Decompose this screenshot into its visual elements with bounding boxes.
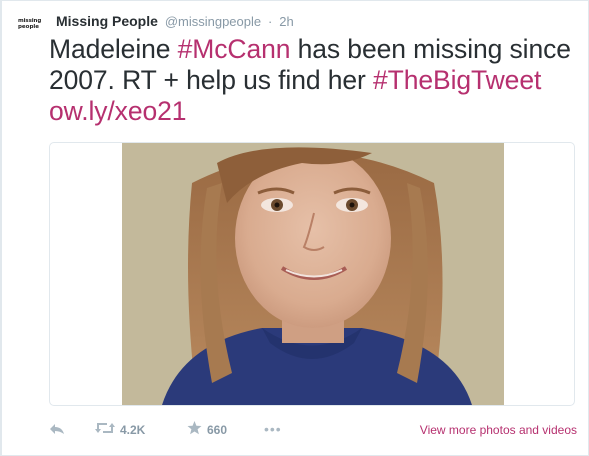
reply-button[interactable] bbox=[49, 423, 65, 438]
tweet-text-part1: Madeleine bbox=[49, 34, 178, 64]
favorite-button[interactable]: 660 bbox=[187, 421, 227, 438]
star-icon bbox=[187, 421, 202, 438]
retweet-icon bbox=[95, 421, 115, 438]
more-dots-icon: ••• bbox=[264, 421, 282, 437]
display-name[interactable]: Missing People bbox=[56, 13, 158, 29]
tweet-actions: 4.2K 660 ••• View more photos and videos bbox=[49, 421, 577, 443]
hashtag-mccann[interactable]: #McCann bbox=[178, 34, 291, 64]
favorite-count: 660 bbox=[207, 422, 228, 437]
view-more-photos-link[interactable]: View more photos and videos bbox=[420, 423, 577, 437]
tweet-card: missing people Missing People @missingpe… bbox=[0, 0, 589, 456]
timestamp[interactable]: 2h bbox=[279, 14, 293, 29]
hashtag-thebigtweet[interactable]: #TheBigTweet bbox=[373, 65, 541, 95]
username[interactable]: @missingpeople bbox=[165, 14, 261, 29]
reply-icon bbox=[49, 423, 65, 438]
more-button[interactable]: ••• bbox=[264, 421, 282, 437]
tweet-text: Madeleine #McCann has been missing since… bbox=[49, 34, 579, 127]
avatar[interactable]: missing people bbox=[18, 14, 48, 34]
separator-dot: · bbox=[268, 14, 273, 29]
tweet-link[interactable]: ow.ly/xeo21 bbox=[49, 96, 186, 126]
tweet-photo[interactable] bbox=[122, 143, 504, 405]
media-container[interactable] bbox=[49, 142, 575, 406]
portrait-illustration bbox=[122, 143, 504, 405]
retweet-count: 4.2K bbox=[120, 422, 146, 437]
tweet-header: Missing People @missingpeople · 2h bbox=[56, 13, 294, 29]
avatar-text-line2: people bbox=[18, 24, 39, 30]
retweet-button[interactable]: 4.2K bbox=[95, 421, 145, 438]
